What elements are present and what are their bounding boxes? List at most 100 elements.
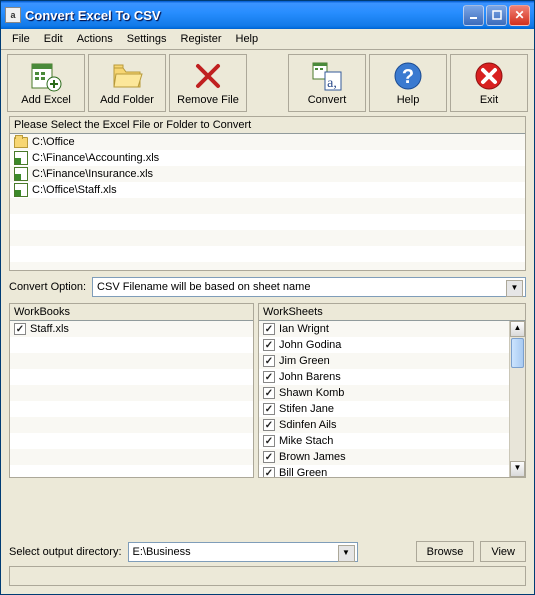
file-row[interactable]	[10, 198, 525, 214]
worksheet-row[interactable]: ✓ Sdinfen Ails	[259, 417, 509, 433]
checkbox[interactable]: ✓	[263, 355, 275, 367]
menu-register[interactable]: Register	[174, 31, 229, 47]
browse-button[interactable]: Browse	[416, 541, 475, 562]
file-row[interactable]	[10, 230, 525, 246]
status-bar	[9, 566, 526, 586]
menu-file[interactable]: File	[5, 31, 37, 47]
file-row[interactable]: C:\Office\Staff.xls	[10, 182, 525, 198]
workbook-row[interactable]	[10, 369, 253, 385]
worksheet-row[interactable]: ✓ Brown James	[259, 449, 509, 465]
remove-file-button[interactable]: Remove File	[169, 54, 247, 112]
xls-icon	[14, 151, 28, 165]
titlebar[interactable]: a Convert Excel To CSV ✕	[1, 1, 534, 29]
file-row[interactable]	[10, 214, 525, 230]
worksheet-row[interactable]: ✓ Ian Wrignt	[259, 321, 509, 337]
output-directory-value: E:\Business	[133, 546, 191, 558]
worksheet-row[interactable]: ✓ Mike Stach	[259, 433, 509, 449]
scroll-thumb[interactable]	[511, 338, 524, 368]
svg-text:a,: a,	[327, 76, 337, 91]
file-row[interactable]	[10, 246, 525, 262]
svg-text:?: ?	[402, 66, 414, 88]
checkbox[interactable]: ✓	[263, 403, 275, 415]
add-folder-button[interactable]: Add Folder	[88, 54, 166, 112]
worksheets-list[interactable]: ✓Ian Wrignt✓John Godina✓Jim Green✓John B…	[259, 321, 509, 477]
checkbox[interactable]: ✓	[14, 323, 26, 335]
worksheet-row[interactable]: ✓John Godina	[259, 337, 509, 353]
worksheet-name: Ian Wrignt	[279, 323, 329, 335]
workbook-row[interactable]	[10, 433, 253, 449]
checkbox[interactable]: ✓	[263, 467, 275, 477]
worksheet-row[interactable]: ✓ John Barens	[259, 369, 509, 385]
minimize-button[interactable]	[463, 5, 484, 26]
output-directory-select[interactable]: E:\Business	[128, 542, 358, 562]
file-path: C:\Office	[32, 136, 75, 148]
worksheet-row[interactable]: ✓ Jim Green	[259, 353, 509, 369]
bottom-panel: Select output directory: E:\Business Bro…	[1, 537, 534, 594]
checkbox[interactable]: ✓	[263, 451, 275, 463]
worksheet-row[interactable]: ✓Shawn Komb	[259, 385, 509, 401]
convert-option-row: Convert Option: CSV Filename will be bas…	[9, 277, 526, 297]
add-folder-label: Add Folder	[100, 94, 154, 106]
checkbox[interactable]: ✓	[263, 387, 275, 399]
worksheets-header: WorkSheets	[259, 304, 525, 321]
worksheet-name: John Barens	[279, 371, 341, 383]
convert-option-label: Convert Option:	[9, 281, 86, 293]
checkbox[interactable]: ✓	[263, 419, 275, 431]
scroll-down-button[interactable]: ▼	[510, 461, 525, 477]
file-row[interactable]	[10, 262, 525, 270]
maximize-button[interactable]	[486, 5, 507, 26]
workbook-row[interactable]	[10, 337, 253, 353]
worksheet-name: Sdinfen Ails	[279, 419, 336, 431]
worksheet-name: Jim Green	[279, 355, 330, 367]
workbook-row[interactable]: ✓Staff.xls	[10, 321, 253, 337]
file-path: C:\Finance\Accounting.xls	[32, 152, 159, 164]
workbook-row[interactable]	[10, 417, 253, 433]
worksheets-scrollbar[interactable]: ▲ ▼	[509, 321, 525, 477]
menu-help[interactable]: Help	[229, 31, 266, 47]
window-title: Convert Excel To CSV	[25, 8, 461, 23]
workbook-row[interactable]	[10, 353, 253, 369]
close-button[interactable]: ✕	[509, 5, 530, 26]
menubar: File Edit Actions Settings Register Help	[1, 29, 534, 50]
scroll-up-button[interactable]: ▲	[510, 321, 525, 337]
convert-button[interactable]: a, Convert	[288, 54, 366, 112]
worksheet-name: Brown James	[279, 451, 346, 463]
checkbox[interactable]: ✓	[263, 371, 275, 383]
workbooks-list[interactable]: ✓Staff.xls	[10, 321, 253, 477]
checkbox[interactable]: ✓	[263, 339, 275, 351]
help-button[interactable]: ? Help	[369, 54, 447, 112]
worksheet-name: Mike Stach	[279, 435, 333, 447]
convert-option-value: CSV Filename will be based on sheet name	[97, 281, 310, 293]
help-icon: ?	[392, 60, 424, 92]
add-excel-label: Add Excel	[21, 94, 71, 106]
worksheets-pane: WorkSheets ✓Ian Wrignt✓John Godina✓Jim G…	[258, 303, 526, 478]
output-row: Select output directory: E:\Business Bro…	[9, 541, 526, 562]
main-area: Please Select the Excel File or Folder t…	[1, 116, 534, 537]
convert-option-select[interactable]: CSV Filename will be based on sheet name	[92, 277, 526, 297]
workbook-row[interactable]	[10, 401, 253, 417]
worksheet-row[interactable]: ✓Bill Green	[259, 465, 509, 477]
menu-edit[interactable]: Edit	[37, 31, 70, 47]
output-label: Select output directory:	[9, 546, 122, 558]
file-row[interactable]: C:\Finance\Insurance.xls	[10, 166, 525, 182]
file-row[interactable]: C:\Finance\Accounting.xls	[10, 150, 525, 166]
checkbox[interactable]: ✓	[263, 435, 275, 447]
app-window: a Convert Excel To CSV ✕ File Edit Actio…	[0, 0, 535, 595]
file-list-header: Please Select the Excel File or Folder t…	[10, 117, 525, 134]
file-path: C:\Finance\Insurance.xls	[32, 168, 153, 180]
file-row[interactable]: C:\Office	[10, 134, 525, 150]
app-icon: a	[5, 7, 21, 23]
excel-plus-icon	[30, 60, 62, 92]
checkbox[interactable]: ✓	[263, 323, 275, 335]
workbook-row[interactable]	[10, 465, 253, 477]
view-button[interactable]: View	[480, 541, 526, 562]
file-list[interactable]: C:\Office C:\Finance\Accounting.xls C:\Fin…	[10, 134, 525, 270]
workbook-row[interactable]	[10, 385, 253, 401]
menu-actions[interactable]: Actions	[70, 31, 120, 47]
exit-button[interactable]: Exit	[450, 54, 528, 112]
add-excel-button[interactable]: Add Excel	[7, 54, 85, 112]
remove-x-icon	[192, 60, 224, 92]
menu-settings[interactable]: Settings	[120, 31, 174, 47]
worksheet-row[interactable]: ✓Stifen Jane	[259, 401, 509, 417]
workbook-row[interactable]	[10, 449, 253, 465]
